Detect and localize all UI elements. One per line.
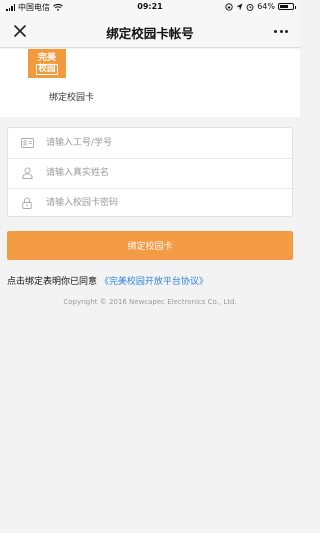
more-button[interactable] (270, 21, 292, 41)
id-input[interactable] (46, 128, 292, 157)
id-card-icon (8, 137, 46, 148)
agreement-row: 点击绑定表明你已同意 《完美校园开放平台协议》 (7, 274, 208, 287)
more-dot-icon (285, 29, 288, 33)
battery-icon (278, 3, 296, 10)
lock-rotation-icon (225, 2, 233, 11)
card-label: 绑定校园卡 (49, 93, 95, 103)
logo-line-2: 校园 (36, 63, 58, 75)
agreement-text: 点击绑定表明你已同意 (7, 277, 98, 287)
bind-form (7, 127, 293, 217)
more-dot-icon (274, 29, 277, 33)
password-row (8, 188, 292, 217)
app-logo: 完美 校园 (28, 49, 66, 78)
battery-percent: 64% (257, 2, 275, 11)
user-icon (8, 167, 46, 179)
more-dot-icon (279, 29, 283, 33)
id-row (8, 128, 292, 157)
location-icon (236, 3, 243, 10)
page-title: 绑定校园卡帐号 (106, 26, 194, 41)
lock-icon (8, 197, 46, 209)
bind-card-button[interactable]: 绑定校园卡 (7, 231, 293, 260)
password-input[interactable] (46, 189, 292, 217)
status-bar: 中国电信 09:21 64% (0, 0, 300, 14)
copyright-text: Copyright © 2016 Newcapec Electronics Co… (63, 298, 237, 306)
card-header: 完美 校园 绑定校园卡 (0, 49, 300, 117)
name-input[interactable] (46, 159, 292, 187)
alarm-icon (246, 3, 254, 11)
nav-bar: 绑定校园卡帐号 (0, 14, 300, 48)
battery-fill (280, 5, 288, 8)
status-right: 64% (225, 2, 296, 11)
agreement-link[interactable]: 《完美校园开放平台协议》 (100, 277, 208, 287)
logo-line-1: 完美 (37, 52, 56, 63)
name-row (8, 158, 292, 187)
